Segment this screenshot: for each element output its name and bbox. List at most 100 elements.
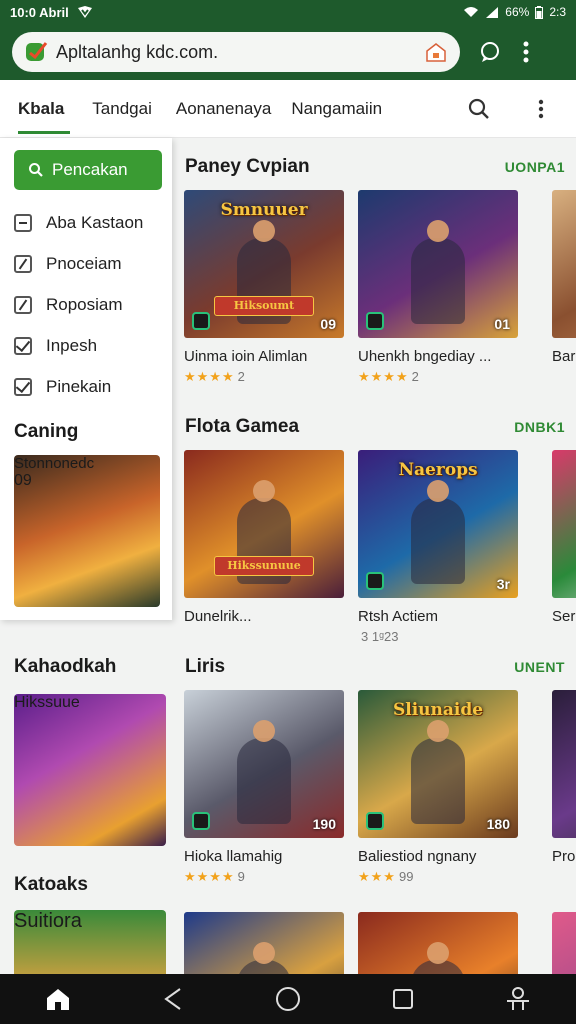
game-thumbnail[interactable]: Hikssunuue (184, 450, 344, 598)
game-title[interactable]: Pro (552, 848, 576, 865)
section-title: Paney Cvpian (185, 156, 310, 177)
game-thumbnail[interactable] (552, 450, 576, 598)
filter-item[interactable]: Aba Kastaon (14, 202, 158, 243)
filter-checkbox[interactable] (14, 254, 32, 273)
game-thumbnail[interactable] (552, 690, 576, 838)
back-nav-button[interactable] (143, 974, 203, 1024)
tab-nangamaiin[interactable]: Nangamaiin (291, 80, 382, 138)
game-thumbnail[interactable] (358, 912, 518, 974)
status-extra: 2:3 (549, 5, 566, 19)
store-badge-icon (192, 812, 210, 830)
category-tabs: Kbala Tandgai Aonanenaya Nangamaiin (0, 80, 576, 138)
game-title[interactable]: Baliestiod ngnany (358, 848, 518, 865)
search-icon (29, 163, 43, 177)
chat-button[interactable] (472, 32, 508, 72)
recents-square-icon (393, 989, 414, 1009)
tab-tandgai[interactable]: Tandgai (92, 80, 152, 138)
game-card[interactable]: Pro (552, 690, 576, 865)
tab-kbala[interactable]: Kbala (18, 80, 71, 138)
left-game-thumbnail[interactable]: Suitiora (14, 910, 166, 980)
filter-label: Inpesh (46, 335, 98, 355)
search-filter-button[interactable]: Pencakan (14, 150, 162, 190)
game-thumbnail[interactable]: Smnuuer Hiksoumt 09 (184, 190, 344, 338)
filter-item[interactable]: Roposiam (14, 284, 158, 325)
filter-checkbox[interactable] (14, 295, 32, 314)
accessibility-nav-button[interactable] (488, 974, 548, 1024)
home-nav-button[interactable] (28, 974, 88, 1024)
left-game-thumbnail[interactable]: Hikssuue (14, 694, 166, 846)
game-title[interactable]: Uinma ioin Alimlan (184, 348, 344, 365)
game-card[interactable]: Naerops 3r Rtsh Actiem 3 1ᵍ23 (358, 450, 518, 644)
thumbnail-art-title: Smnuuer (220, 200, 308, 220)
url-bar[interactable]: Apltalanhg kdc.com. (12, 32, 460, 72)
game-card[interactable]: Bar (552, 190, 576, 365)
game-card[interactable]: Sliunaide 180 Baliestiod ngnany ★★★ 99 (358, 690, 518, 885)
game-card[interactable]: 01 Uhenkh bngediay ... ★★★★ 2 (358, 190, 518, 385)
recents-nav-button[interactable] (373, 974, 433, 1024)
hero-figure (237, 720, 291, 824)
store-badge-icon (366, 572, 384, 590)
game-title[interactable]: Dunelrik... (184, 608, 344, 625)
accessibility-icon (507, 987, 530, 1010)
search-button[interactable] (464, 94, 494, 124)
browser-menu-button[interactable] (508, 32, 544, 72)
game-title[interactable]: Rtsh Actiem (358, 608, 518, 625)
game-card[interactable]: Hikssunuue Dunelrik... (184, 450, 344, 625)
game-thumbnail[interactable]: 01 (358, 190, 518, 338)
game-thumbnail[interactable]: Sliunaide 180 (358, 690, 518, 838)
star-rating-icon: ★★★★ (184, 869, 235, 884)
left-section-title: Kahaodkah (14, 656, 117, 677)
hero-figure (411, 480, 465, 584)
section-see-all-link[interactable]: DNBK1 (514, 419, 565, 435)
rating-count: 3 1ᵍ23 (361, 629, 399, 644)
game-title[interactable]: Hioka llamahig (184, 848, 344, 865)
section-header: Liris UNENT (185, 656, 565, 678)
game-thumbnail[interactable] (184, 912, 344, 974)
filter-item[interactable]: Inpesh (14, 325, 158, 366)
game-card[interactable] (184, 912, 344, 974)
game-title[interactable]: Uhenkh bngediay ... (358, 348, 518, 365)
game-title[interactable]: Bar (552, 348, 576, 365)
home-circle-nav-button[interactable] (258, 974, 318, 1024)
wifi-icon (464, 7, 479, 17)
game-rating: 3 1ᵍ23 (358, 629, 518, 644)
game-sections: Paney Cvpian UONPA1 Smnuuer Hiksoumt 09 Uinma… (172, 138, 576, 974)
store-badge-icon (192, 312, 210, 330)
filter-checkbox[interactable] (14, 377, 32, 396)
section-header: Flota Gamea DNBK1 (185, 416, 565, 438)
thumbnail-count: 190 (312, 816, 336, 832)
rating-count: 99 (398, 869, 414, 884)
game-thumbnail[interactable]: Naerops 3r (358, 450, 518, 598)
chat-bubble-icon (481, 42, 499, 62)
game-thumbnail[interactable]: 190 (184, 690, 344, 838)
game-thumbnail[interactable] (552, 912, 576, 974)
sidebar-game-thumbnail[interactable]: Stonnonedc 09 (14, 455, 160, 607)
filter-item[interactable]: Pnoceiam (14, 243, 158, 284)
tabs-menu-button[interactable] (526, 94, 556, 124)
filter-label: Aba Kastaon (46, 212, 144, 232)
filter-checkbox[interactable] (14, 336, 32, 355)
rating-count: 2 (411, 369, 419, 384)
game-card[interactable] (358, 912, 518, 974)
section-see-all-link[interactable]: UNENT (514, 659, 565, 675)
left-section-1: Kahaodkah Hikssuue (0, 656, 172, 846)
filter-label: Roposiam (46, 294, 123, 314)
notification-logo-icon (77, 6, 92, 18)
filter-item[interactable]: Pinekain (14, 366, 158, 407)
game-card[interactable]: Smnuuer Hiksoumt 09 Uinma ioin Alimlan ★★★★ 2 (184, 190, 344, 385)
home-page-icon[interactable] (424, 40, 448, 64)
filter-list: Aba Kastaon Pnoceiam Roposiam Inpesh Pinekai… (14, 202, 158, 407)
site-favicon-icon (26, 42, 48, 61)
game-card[interactable]: 190 Hioka llamahig ★★★★ 9 (184, 690, 344, 885)
tab-aonanenaya[interactable]: Aonanenaya (176, 80, 271, 138)
game-card[interactable]: Ser (552, 450, 576, 625)
thumbnail-count: 01 (494, 316, 510, 332)
game-card[interactable] (552, 912, 576, 974)
game-thumbnail[interactable] (552, 190, 576, 338)
section-see-all-link[interactable]: UONPA1 (505, 159, 565, 175)
hero-figure (411, 220, 465, 324)
filter-checkbox[interactable] (14, 213, 32, 232)
left-section-2: Katoaks Suitiora (0, 874, 172, 980)
game-title[interactable]: Ser (552, 608, 576, 625)
url-text[interactable]: Apltalanhg kdc.com. (56, 42, 424, 63)
